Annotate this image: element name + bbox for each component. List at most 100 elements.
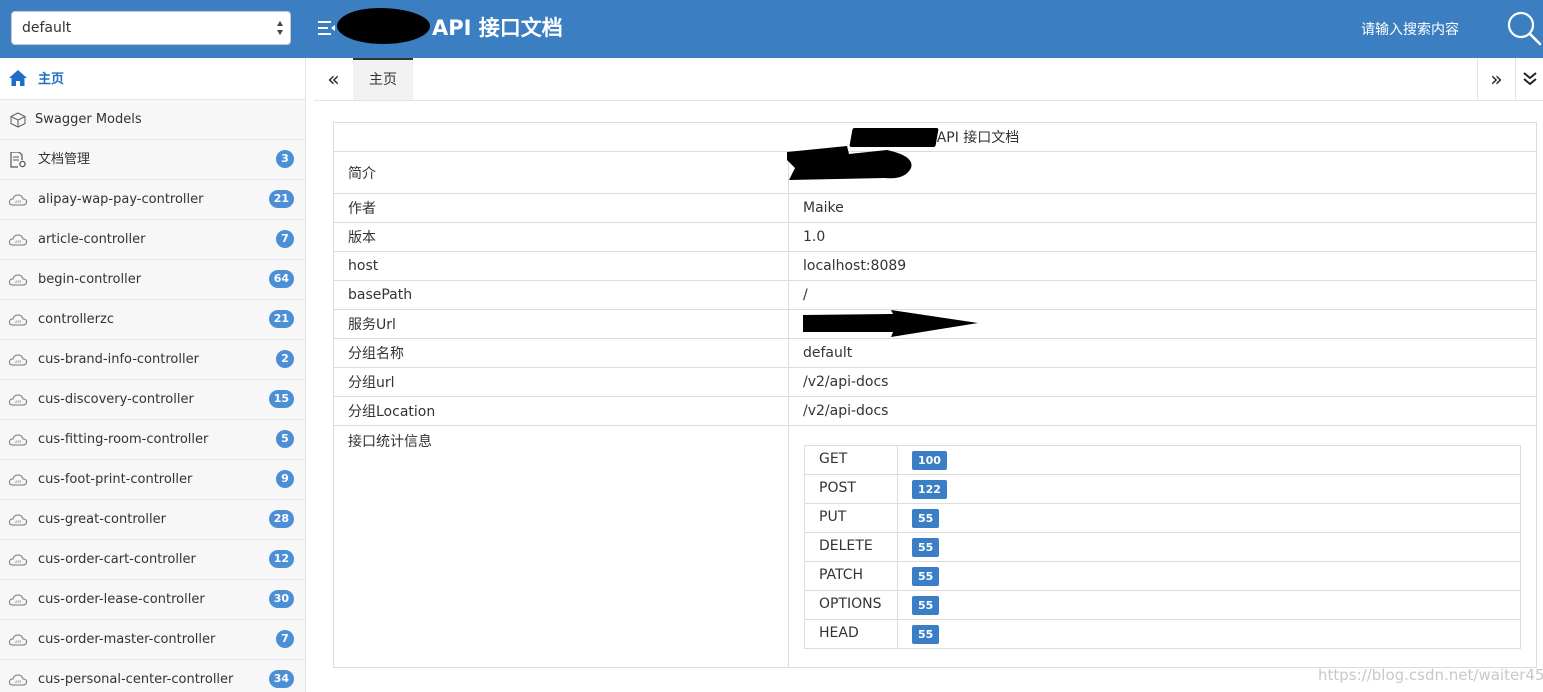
- count-badge: 21: [268, 310, 294, 328]
- sidebar-item-controller[interactable]: API cus-order-lease-controller 30: [0, 580, 305, 620]
- sidebar-item-label: cus-personal-center-controller: [38, 672, 234, 687]
- sidebar-item-label: cus-order-cart-controller: [38, 552, 196, 567]
- sidebar-item-controller[interactable]: API alipay-wap-pay-controller 21: [0, 180, 305, 220]
- info-value: localhost:8089: [788, 251, 1537, 281]
- sidebar-item-label: 主页: [38, 72, 65, 87]
- sidebar-item-controller[interactable]: API cus-order-cart-controller 12: [0, 540, 305, 580]
- api-cloud-icon: API: [9, 394, 27, 406]
- group-select[interactable]: default: [11, 11, 291, 45]
- info-key: 服务Url: [333, 309, 789, 339]
- api-cloud-icon: API: [9, 234, 27, 246]
- svg-text:API: API: [15, 440, 21, 444]
- svg-text:API: API: [15, 280, 21, 284]
- redaction-mark: [803, 310, 978, 337]
- count-badge: 21: [268, 190, 294, 208]
- svg-text:API: API: [15, 480, 21, 484]
- method-count: 55: [912, 625, 940, 644]
- sidebar-item-controller[interactable]: API article-controller 7: [0, 220, 305, 260]
- method-stat-row: DELETE 55: [804, 532, 1521, 562]
- info-row: 版本 1.0: [333, 222, 1537, 252]
- method-count: 55: [912, 596, 940, 615]
- sidebar: 主页 Swagger Models 文档管理 3 API alipay-wap-p…: [0, 58, 306, 692]
- sidebar-item-label: begin-controller: [38, 272, 142, 287]
- tab-more-menu[interactable]: [1515, 58, 1543, 100]
- method-stat-row: PUT 55: [804, 503, 1521, 533]
- svg-text:API: API: [15, 520, 21, 524]
- method-stat-row: GET 100: [804, 445, 1521, 475]
- api-cloud-icon: API: [9, 674, 27, 686]
- sidebar-item-label: cus-fitting-room-controller: [38, 432, 209, 447]
- sidebar-item-controller[interactable]: API cus-brand-info-controller 2: [0, 340, 305, 380]
- method-stat-row: PATCH 55: [804, 561, 1521, 591]
- svg-text:API: API: [15, 200, 21, 204]
- method-stat-row: OPTIONS 55: [804, 590, 1521, 620]
- search-input[interactable]: 请输入搜索内容: [1361, 20, 1459, 40]
- info-row: 分组Location/v2/api-docs: [333, 396, 1537, 426]
- redaction-mark: [337, 8, 430, 44]
- method-stat-row: POST 122: [804, 474, 1521, 504]
- info-key: host: [333, 251, 789, 281]
- info-value: /v2/api-docs: [788, 367, 1537, 397]
- http-method: OPTIONS: [804, 590, 898, 620]
- count-badge: 7: [276, 230, 294, 248]
- sidebar-item-controller[interactable]: API cus-foot-print-controller 9: [0, 460, 305, 500]
- http-method: HEAD: [804, 619, 898, 649]
- sidebar-item-swagger-models[interactable]: Swagger Models: [0, 100, 305, 140]
- sidebar-item-docs-manage[interactable]: 文档管理 3: [0, 140, 305, 180]
- info-key: 分组名称: [333, 338, 789, 368]
- group-select-value: default: [22, 20, 72, 36]
- sidebar-item-controller[interactable]: API cus-great-controller 28: [0, 500, 305, 540]
- method-count: 55: [912, 509, 940, 528]
- menu-toggle-icon[interactable]: [318, 19, 336, 37]
- method-count: 55: [912, 538, 940, 557]
- sidebar-item-controller[interactable]: API controllerzc 21: [0, 300, 305, 340]
- info-value: Maike: [788, 193, 1537, 223]
- svg-text:API: API: [15, 400, 21, 404]
- home-icon: [9, 70, 27, 86]
- method-count-cell: 122: [897, 474, 1521, 504]
- method-count-cell: 55: [897, 590, 1521, 620]
- sidebar-item-controller[interactable]: API cus-discovery-controller 15: [0, 380, 305, 420]
- count-badge: 28: [268, 510, 294, 528]
- method-count-cell: 55: [897, 561, 1521, 591]
- api-info-table: API 接口文档 简介 作者 Maike 版本 1.0 host localhost:808…: [333, 122, 1537, 668]
- sidebar-item-controller[interactable]: API begin-controller 64: [0, 260, 305, 300]
- count-badge: 15: [268, 390, 294, 408]
- document-gear-icon: [10, 152, 26, 168]
- info-row: 简介: [333, 151, 1537, 194]
- sidebar-item-label: article-controller: [38, 232, 146, 247]
- method-stats-table: GET 100 POST 122 PUT 55 DELETE 55 PATCH 55 OPTIONS…: [804, 445, 1521, 649]
- method-count-cell: 100: [897, 445, 1521, 475]
- count-badge: 30: [268, 590, 294, 608]
- http-method: DELETE: [804, 532, 898, 562]
- sidebar-item-label: Swagger Models: [35, 112, 142, 127]
- count-badge: 7: [276, 630, 294, 648]
- svg-text:API: API: [15, 360, 21, 364]
- info-key: 分组Location: [333, 396, 789, 426]
- tab-home[interactable]: 主页: [353, 58, 413, 100]
- info-key: 版本: [333, 222, 789, 252]
- sidebar-item-controller[interactable]: API cus-order-master-controller 7: [0, 620, 305, 660]
- api-cloud-icon: API: [9, 194, 27, 206]
- count-badge: 12: [268, 550, 294, 568]
- api-cloud-icon: API: [9, 474, 27, 486]
- method-count-cell: 55: [897, 532, 1521, 562]
- top-header: default API 接口文档 请输入搜索内容: [0, 0, 1543, 58]
- sidebar-item-controller[interactable]: API cus-personal-center-controller 34: [0, 660, 305, 692]
- info-row: 分组url/v2/api-docs: [333, 367, 1537, 397]
- double-chevron-down-icon: [1522, 72, 1537, 86]
- info-value: /v2/api-docs: [788, 396, 1537, 426]
- sidebar-item-controller[interactable]: API cus-fitting-room-controller 5: [0, 420, 305, 460]
- method-stat-row: HEAD 55: [804, 619, 1521, 649]
- info-row: 分组名称 default: [333, 338, 1537, 368]
- sidebar-item-label: 文档管理: [38, 152, 91, 167]
- sidebar-item-home[interactable]: 主页: [0, 58, 305, 100]
- sidebar-item-label: cus-foot-print-controller: [38, 472, 193, 487]
- method-count: 55: [912, 567, 940, 586]
- tab-scroll-right-button[interactable]: »: [1477, 58, 1515, 100]
- api-cloud-icon: API: [9, 554, 27, 566]
- search-icon[interactable]: [1506, 10, 1542, 46]
- api-cloud-icon: API: [9, 594, 27, 606]
- tab-scroll-left-button[interactable]: «: [314, 58, 353, 100]
- http-method: PATCH: [804, 561, 898, 591]
